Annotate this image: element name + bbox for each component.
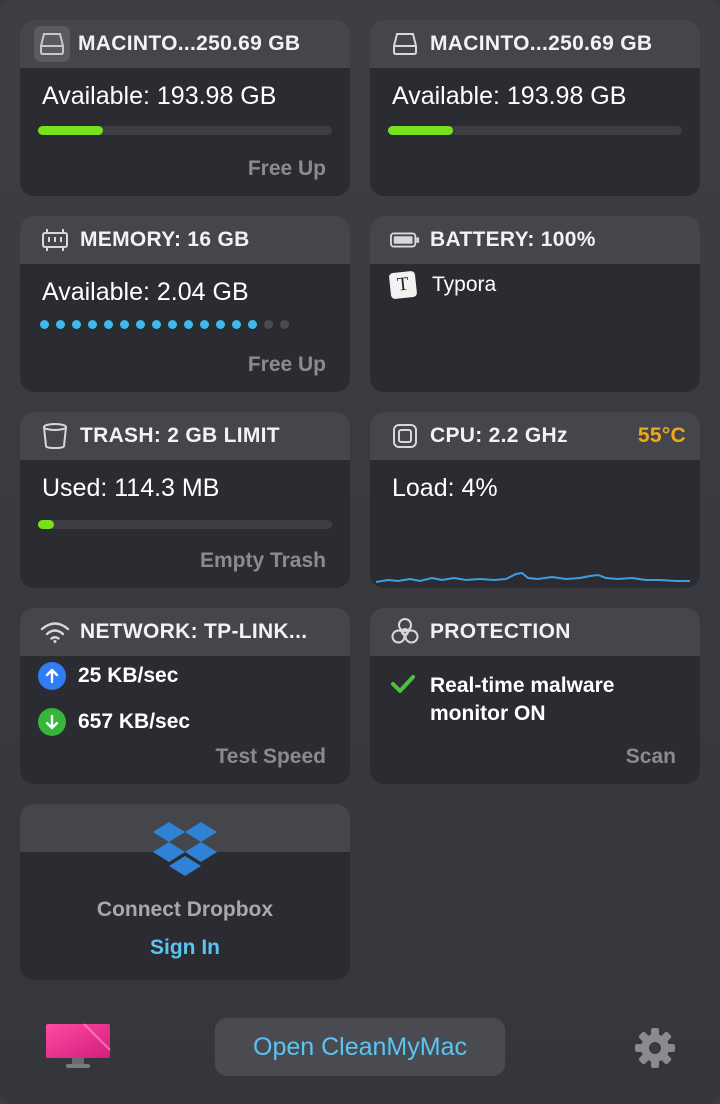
dropbox-card[interactable]: Connect Dropbox Sign In <box>20 804 350 980</box>
cpu-load-graph <box>376 571 690 583</box>
empty-trash-button[interactable]: Empty Trash <box>200 549 326 573</box>
protection-card-header: PROTECTION <box>370 608 700 656</box>
memory-dot <box>72 320 81 329</box>
memory-dot <box>232 320 241 329</box>
disk-available: Available: 193.98 GB <box>42 82 277 110</box>
disk-card-1[interactable]: MACINTO...250.69 GB Available: 193.98 GB… <box>20 20 350 196</box>
checkmark-icon <box>390 674 416 699</box>
free-up-button[interactable]: Free Up <box>248 157 326 181</box>
battery-card[interactable]: BATTERY: 100% T Typora <box>370 216 700 392</box>
disk-usage-bar <box>38 126 332 135</box>
typora-app-icon: T <box>388 270 418 300</box>
cpu-icon <box>390 421 420 451</box>
network-card[interactable]: NETWORK: TP-LINK... 25 KB/sec 657 KB/sec… <box>20 608 350 784</box>
free-up-button[interactable]: Free Up <box>248 353 326 377</box>
memory-chip-icon <box>40 225 70 255</box>
trash-usage-bar <box>38 520 332 529</box>
battery-icon <box>390 225 420 255</box>
memory-dot <box>152 320 161 329</box>
disk-card-header: MACINTO...250.69 GB <box>370 20 700 68</box>
memory-dot <box>88 320 97 329</box>
trash-icon <box>40 421 70 451</box>
open-cleanmymac-button[interactable]: Open CleanMyMac <box>215 1018 505 1076</box>
cpu-card[interactable]: CPU: 2.2 GHz 55°C Load: 4% <box>370 412 700 588</box>
memory-dot <box>40 320 49 329</box>
network-card-header: NETWORK: TP-LINK... <box>20 608 350 656</box>
disk-card-header: MACINTO...250.69 GB <box>20 20 350 68</box>
download-arrow-icon <box>38 708 66 736</box>
battery-title: BATTERY: 100% <box>430 228 596 251</box>
memory-card-header: MEMORY: 16 GB <box>20 216 350 264</box>
wifi-icon <box>40 617 70 647</box>
test-speed-button[interactable]: Test Speed <box>216 745 326 769</box>
memory-title: MEMORY: 16 GB <box>80 228 250 251</box>
memory-dot <box>216 320 225 329</box>
cpu-temperature: 55°C <box>637 424 686 447</box>
memory-dot <box>184 320 193 329</box>
memory-dot <box>168 320 177 329</box>
cpu-load: Load: 4% <box>392 474 498 502</box>
disk-usage-fill <box>388 126 453 135</box>
disk-usage-bar <box>388 126 682 135</box>
trash-card-header: TRASH: 2 GB LIMIT <box>20 412 350 460</box>
memory-dot <box>104 320 113 329</box>
biohazard-icon <box>390 617 420 647</box>
upload-speed: 25 KB/sec <box>78 664 179 687</box>
cpu-title: CPU: 2.2 GHz <box>430 424 568 447</box>
dropbox-connect-label: Connect Dropbox <box>96 898 274 921</box>
cleanmymac-logo-icon[interactable] <box>44 1022 112 1070</box>
dropbox-sign-in-link[interactable]: Sign In <box>20 936 350 960</box>
upload-speed-row: 25 KB/sec <box>38 662 178 690</box>
memory-dot <box>200 320 209 329</box>
dropbox-icon <box>153 822 217 876</box>
protection-status-row: Real-time malware monitor ON <box>390 672 660 728</box>
battery-app-row: T Typora <box>388 270 497 300</box>
protection-title: PROTECTION <box>430 620 571 643</box>
disk-icon <box>34 26 70 62</box>
download-speed-row: 657 KB/sec <box>38 708 190 736</box>
memory-dot <box>248 320 257 329</box>
memory-dot <box>136 320 145 329</box>
trash-usage-fill <box>38 520 55 529</box>
battery-app-name: Typora <box>432 273 497 296</box>
trash-title: TRASH: 2 GB LIMIT <box>80 424 280 447</box>
trash-card[interactable]: TRASH: 2 GB LIMIT Used: 114.3 MB Empty T… <box>20 412 350 588</box>
memory-dot <box>280 320 289 329</box>
disk-title: MACINTO...250.69 GB <box>430 32 653 55</box>
gear-icon[interactable] <box>633 1026 677 1070</box>
network-title: NETWORK: TP-LINK... <box>80 620 308 643</box>
upload-arrow-icon <box>38 662 66 690</box>
memory-dot <box>56 320 65 329</box>
disk-title: MACINTO...250.69 GB <box>78 32 301 55</box>
cleanmymac-menu-panel: MACINTO...250.69 GB Available: 193.98 GB… <box>0 0 720 1104</box>
protection-status: Real-time malware monitor ON <box>430 674 615 725</box>
cpu-card-header: CPU: 2.2 GHz 55°C <box>370 412 700 460</box>
disk-card-2[interactable]: MACINTO...250.69 GB Available: 193.98 GB <box>370 20 700 196</box>
disk-usage-fill <box>38 126 103 135</box>
memory-dot <box>120 320 129 329</box>
scan-button[interactable]: Scan <box>626 745 676 769</box>
trash-used: Used: 114.3 MB <box>42 474 220 502</box>
memory-dot <box>264 320 273 329</box>
download-speed: 657 KB/sec <box>78 710 191 733</box>
memory-available: Available: 2.04 GB <box>42 278 249 306</box>
battery-card-header: BATTERY: 100% <box>370 216 700 264</box>
disk-icon <box>390 29 420 59</box>
protection-card[interactable]: PROTECTION Real-time malware monitor ON … <box>370 608 700 784</box>
memory-pressure-dots <box>40 320 289 329</box>
disk-available: Available: 193.98 GB <box>392 82 627 110</box>
memory-card[interactable]: MEMORY: 16 GB Available: 2.04 GB Free Up <box>20 216 350 392</box>
